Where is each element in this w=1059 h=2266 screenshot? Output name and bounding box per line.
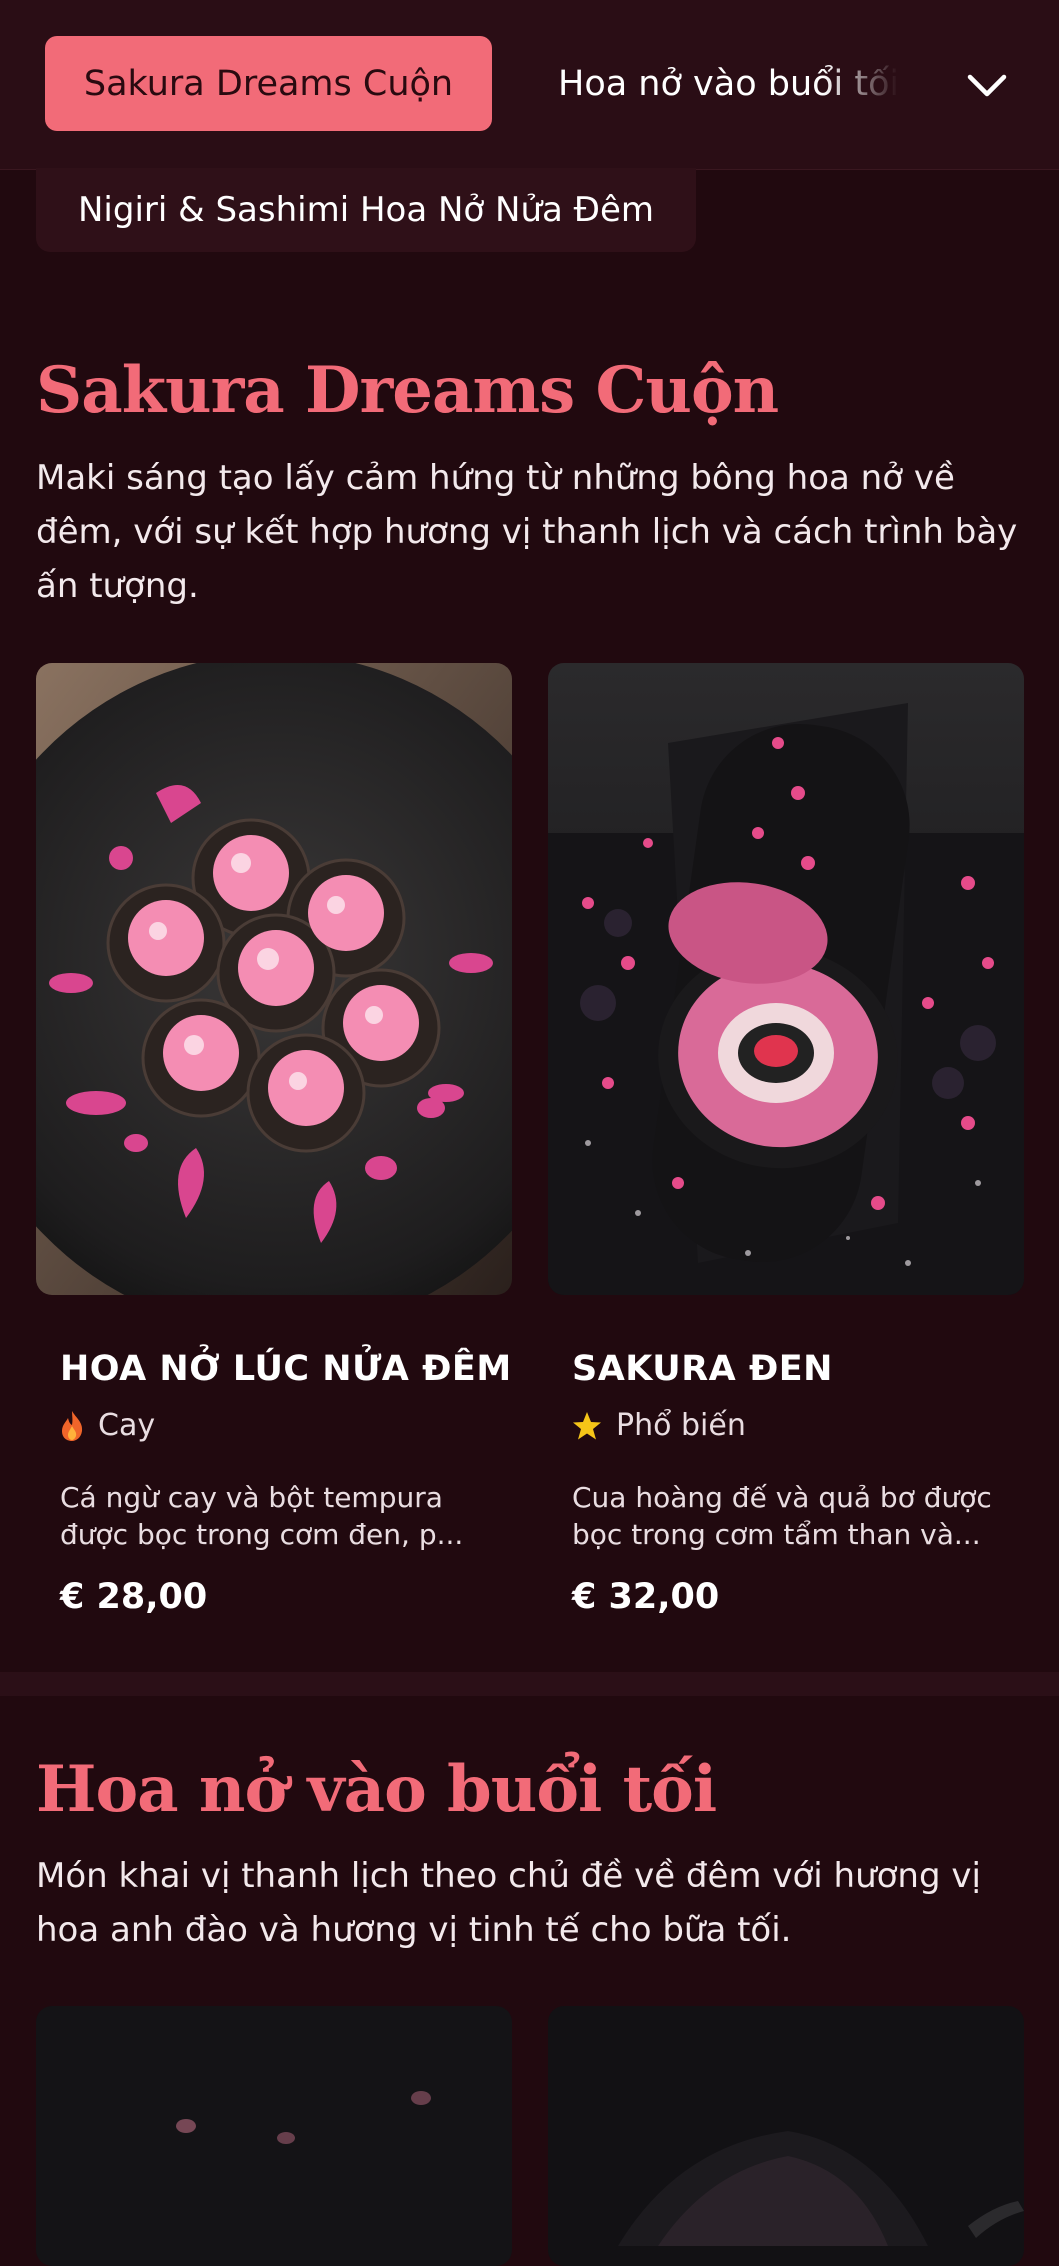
tab-sakura-dreams[interactable]: Sakura Dreams Cuộn <box>45 36 492 131</box>
dish-description: Cá ngừ cay và bột tempura được bọc trong… <box>60 1481 464 1551</box>
section-divider <box>0 1672 1059 1696</box>
dish-tag-label: Cay <box>98 1408 156 1443</box>
dish-price: € 32,00 <box>572 1577 720 1617</box>
flame-icon <box>62 1410 83 1441</box>
dish-description: Cua hoàng đế và quả bơ được bọc trong cơ… <box>572 1481 992 1551</box>
dish-tag: Cay <box>60 1408 155 1443</box>
section-description: Maki sáng tạo lấy cảm hứng từ những bông… <box>36 458 1018 606</box>
section-title: Hoa nở vào buổi tối <box>36 1752 717 1827</box>
chevron-down-icon[interactable] <box>964 62 1010 108</box>
dish-name: HOA NỞ LÚC NỬA ĐÊM <box>60 1349 512 1389</box>
star-icon <box>573 1411 601 1439</box>
dish-image[interactable] <box>36 2006 512 2266</box>
dish-tag: Phổ biến <box>572 1408 746 1443</box>
section-title: Sakura Dreams Cuộn <box>36 353 779 428</box>
dish-price: € 28,00 <box>60 1577 208 1617</box>
section-description: Món khai vị thanh lịch theo chủ đề về đê… <box>36 1856 981 1950</box>
dish-image-midnight-bloom[interactable] <box>36 663 512 1295</box>
dish-image-black-sakura[interactable] <box>548 663 1024 1295</box>
tab-evening-bloom[interactable]: Hoa nở vào buổi tối <box>558 36 898 131</box>
dish-name: SAKURA ĐEN <box>572 1349 833 1389</box>
category-nav: Sakura Dreams Cuộn Hoa nở vào buổi tối <box>0 0 1059 170</box>
dish-tag-label: Phổ biến <box>616 1408 746 1443</box>
dish-image[interactable] <box>548 2006 1024 2266</box>
tab-nigiri-sashimi[interactable]: Nigiri & Sashimi Hoa Nở Nửa Đêm <box>36 168 696 252</box>
